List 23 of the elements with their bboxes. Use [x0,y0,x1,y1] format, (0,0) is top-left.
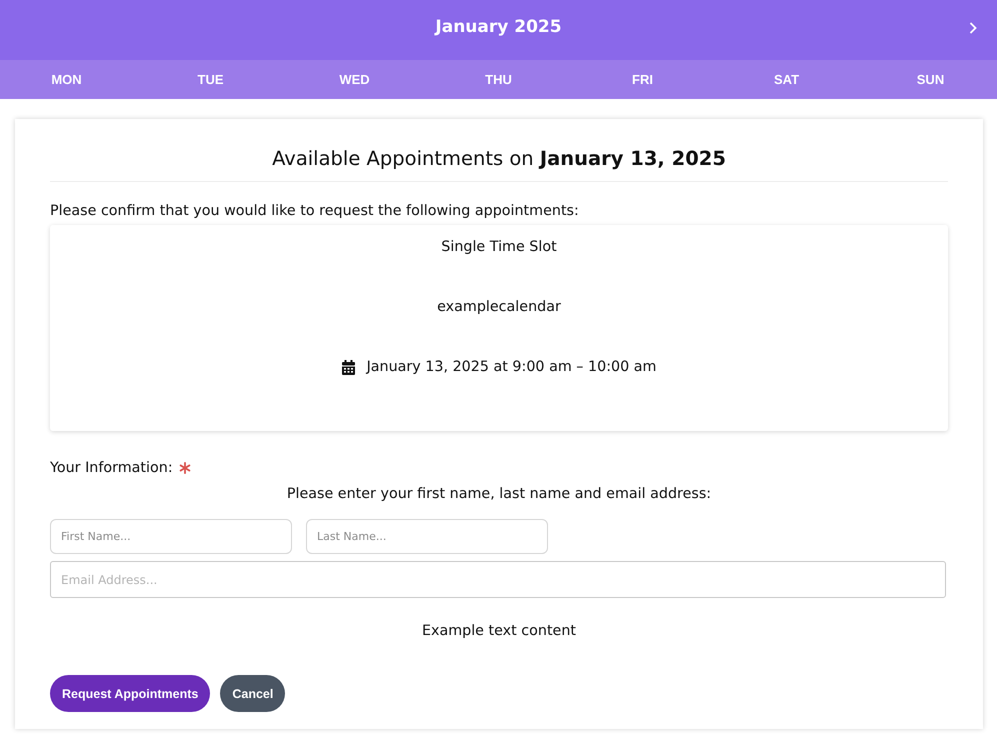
request-appointments-button[interactable]: Request Appointments [50,675,210,712]
note-text: Example text content [420,622,578,641]
cancel-button[interactable]: Cancel [220,675,286,712]
slot-type-text: Single Time Slot [441,238,557,257]
weekday-label: FRI [631,72,654,87]
appointment-datetime-text: January 13, 2025 at 9:00 am – 10:00 am [366,358,656,377]
info-label: Your Information: [50,460,173,476]
calendar-name-text: examplecalendar [437,298,561,317]
name-input-field[interactable]: Last Name... [306,519,548,554]
month-title: January 2025 [435,17,562,37]
weekday-label: WED [338,72,371,87]
instructions-text: Please enter your first name, last name and email address: [286,485,712,504]
weekday-label: THU [484,72,513,87]
name-input-field[interactable]: First Name... [50,519,292,554]
card-title: Available Appointments on January 13, 2025 [50,147,948,182]
weekday-label: TUE [196,72,224,87]
calendar-icon [342,360,355,375]
weekday-label: SAT [772,72,800,87]
chevron-right-icon [969,22,977,34]
intro-text: Please confirm that you would like to request the following appointments: [50,202,580,221]
weekday-label: SUN [916,72,946,87]
email-input-field[interactable]: Email Address... [50,561,946,598]
weekday-label: MON [50,72,83,87]
